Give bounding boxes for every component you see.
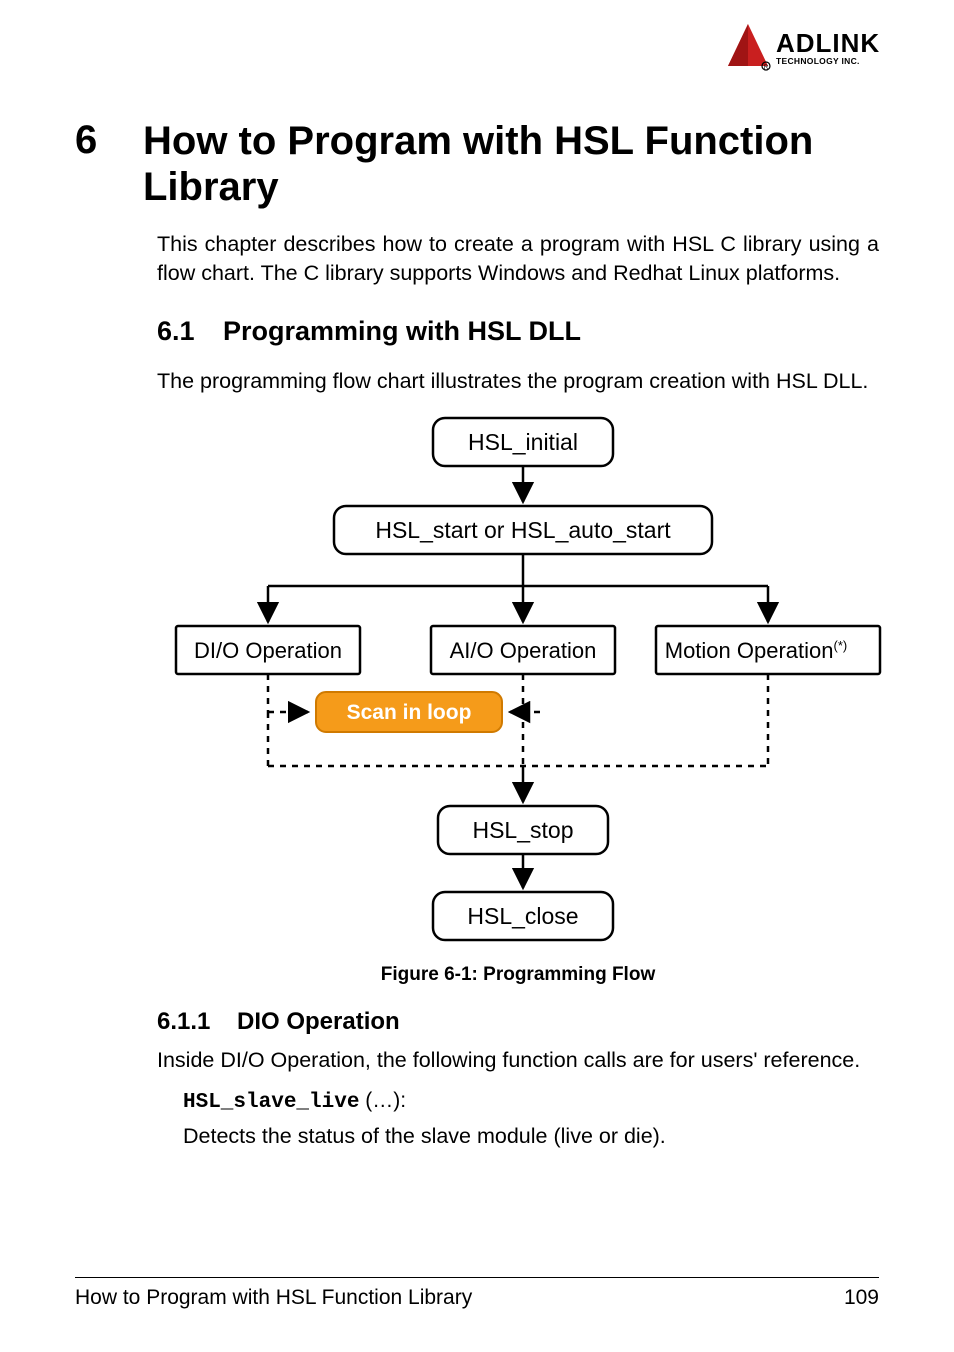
chapter-number: 6 xyxy=(75,118,143,163)
flow-box-dio: DI/O Operation xyxy=(194,638,342,663)
section-intro: The programming flow chart illustrates t… xyxy=(157,367,879,396)
flow-box-start: HSL_start or HSL_auto_start xyxy=(375,517,671,543)
flow-motion-star: (*) xyxy=(834,638,848,653)
code-function-desc: Detects the status of the slave module (… xyxy=(183,1124,879,1149)
code-function-line: HSL_slave_live (…): xyxy=(183,1089,879,1114)
section-title: Programming with HSL DLL xyxy=(223,316,581,347)
logo-brand: ADLINK xyxy=(776,28,880,58)
section-number: 6.1 xyxy=(157,316,223,347)
flow-box-aio: AI/O Operation xyxy=(450,638,597,663)
svg-text:R: R xyxy=(764,65,769,71)
programming-flow-diagram: HSL_initial HSL_start or HSL_auto_start … xyxy=(148,410,888,950)
subsection-intro: Inside DI/O Operation, the following fun… xyxy=(157,1046,879,1075)
subsection-title: DIO Operation xyxy=(237,1008,400,1036)
code-function-suffix: (…): xyxy=(359,1089,406,1112)
figure-caption: Figure 6-1: Programming Flow xyxy=(381,964,655,986)
footer-rule xyxy=(75,1277,879,1278)
logo-subbrand: TECHNOLOGY INC. xyxy=(776,56,860,66)
flow-box-motion: Motion Operation xyxy=(665,638,834,663)
svg-text:Motion Operation(*): Motion Operation(*) xyxy=(665,638,847,663)
flow-box-close: HSL_close xyxy=(467,903,578,929)
flow-box-stop: HSL_stop xyxy=(472,817,573,843)
footer-left: How to Program with HSL Function Library xyxy=(75,1286,472,1310)
code-function-name: HSL_slave_live xyxy=(183,1091,359,1114)
flow-scan-loop: Scan in loop xyxy=(347,701,472,724)
subsection-number: 6.1.1 xyxy=(157,1008,237,1036)
chapter-intro: This chapter describes how to create a p… xyxy=(157,230,879,288)
adlink-logo: R ADLINK TECHNOLOGY INC. xyxy=(724,18,894,78)
chapter-title: How to Program with HSL Function Library xyxy=(143,118,879,210)
footer-page-number: 109 xyxy=(844,1286,879,1310)
flow-box-initial: HSL_initial xyxy=(468,429,578,455)
